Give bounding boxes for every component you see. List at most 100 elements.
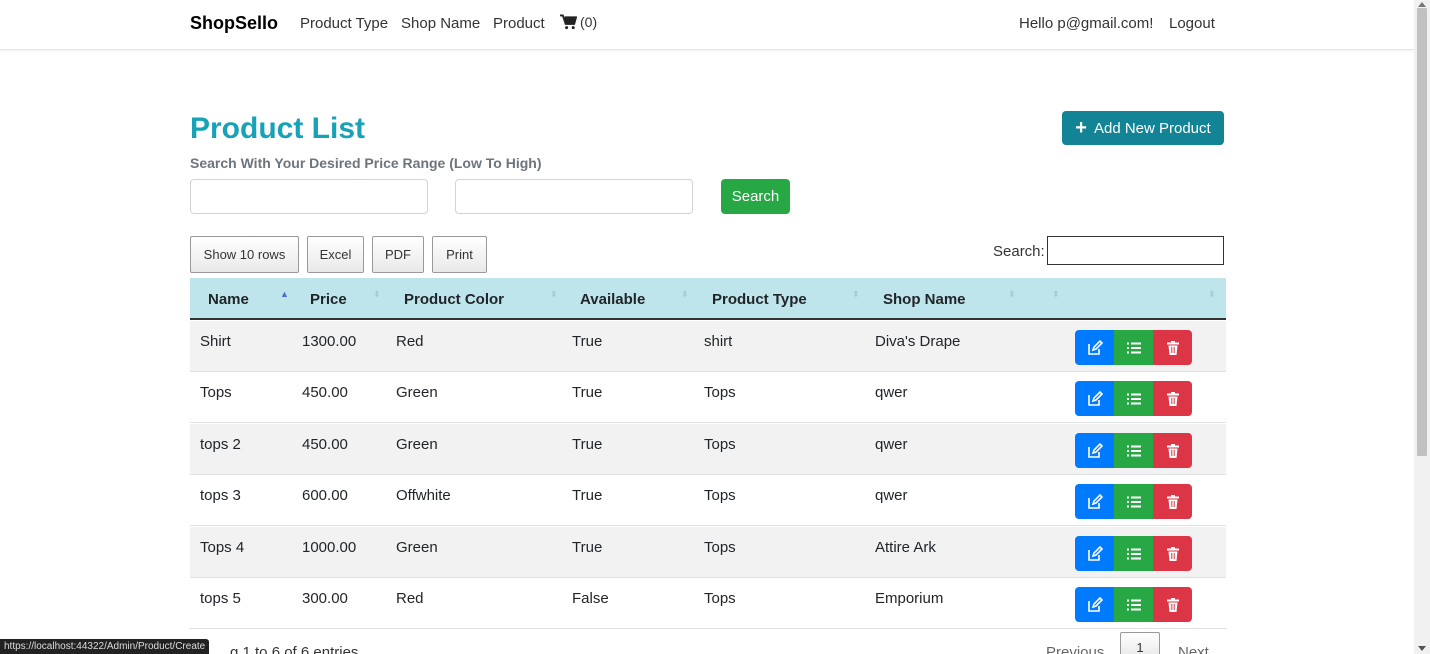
list-icon	[1126, 445, 1141, 456]
edit-icon	[1087, 545, 1103, 561]
edit-button[interactable]	[1075, 381, 1114, 416]
table-header: Name ▲ Price ⬍ Product Color ⬍ Available…	[190, 278, 1226, 320]
column-header-available[interactable]: Available	[580, 291, 645, 308]
sort-icon: ⬍	[1052, 289, 1060, 299]
status-bar-url: https://localhost:44322/Admin/Product/Cr…	[0, 639, 210, 654]
delete-button[interactable]	[1153, 433, 1192, 468]
excel-export-button[interactable]: Excel	[307, 236, 364, 273]
list-icon	[1126, 599, 1141, 610]
details-button[interactable]	[1114, 330, 1153, 365]
details-button[interactable]	[1114, 381, 1153, 416]
table-search-input[interactable]	[1047, 236, 1224, 265]
column-header-name[interactable]: Name	[208, 291, 249, 308]
table-row: tops 2 450.00 Green True Tops qwer	[190, 424, 1226, 475]
delete-button[interactable]	[1153, 587, 1192, 622]
plus-icon: +	[1075, 117, 1087, 139]
add-new-product-label: Add New Product	[1093, 119, 1211, 137]
print-button[interactable]: Print	[432, 236, 487, 273]
trash-icon	[1166, 391, 1179, 406]
edit-button[interactable]	[1075, 484, 1114, 519]
edit-icon	[1087, 493, 1103, 509]
sort-icon: ⬍	[681, 289, 689, 299]
table-row: tops 5 300.00 Red False Tops Emporium	[190, 578, 1226, 629]
cell-product-type: shirt	[704, 333, 733, 350]
shopping-cart-icon	[560, 14, 577, 30]
cell-shop-name: qwer	[875, 436, 908, 453]
cell-name: tops 2	[200, 436, 241, 453]
details-button[interactable]	[1114, 433, 1153, 468]
pagination-previous[interactable]: Previous	[1046, 644, 1104, 654]
sort-asc-icon: ▲	[280, 289, 289, 299]
details-button[interactable]	[1114, 536, 1153, 571]
edit-button[interactable]	[1075, 433, 1114, 468]
delete-button[interactable]	[1153, 536, 1192, 571]
table-search-label: Search:	[993, 243, 1045, 260]
cell-product-type: Tops	[704, 590, 736, 607]
cell-available: True	[572, 487, 603, 504]
delete-button[interactable]	[1153, 330, 1192, 365]
nav-link-product-type[interactable]: Product Type	[300, 15, 388, 32]
cell-price: 1300.00	[302, 333, 357, 350]
logout-link[interactable]: Logout	[1169, 15, 1215, 32]
cell-product-type: Tops	[704, 384, 736, 401]
cell-available: True	[572, 333, 603, 350]
pagination-next[interactable]: Next	[1178, 644, 1209, 654]
pdf-export-button[interactable]: PDF	[372, 236, 424, 273]
cell-price: 300.00	[302, 590, 348, 607]
nav-link-product[interactable]: Product	[493, 15, 545, 32]
cell-product-type: Tops	[704, 487, 736, 504]
row-actions	[1075, 587, 1192, 622]
max-price-input[interactable]	[455, 179, 693, 214]
column-header-product-color[interactable]: Product Color	[404, 291, 504, 308]
edit-button[interactable]	[1075, 536, 1114, 571]
cell-price: 450.00	[302, 436, 348, 453]
column-header-shop-name[interactable]: Shop Name	[883, 291, 966, 308]
details-button[interactable]	[1114, 587, 1153, 622]
cart-count: (0)	[580, 14, 598, 30]
trash-icon	[1166, 443, 1179, 458]
cell-product-color: Green	[396, 384, 438, 401]
sort-icon: ⬍	[550, 289, 558, 299]
cell-shop-name: qwer	[875, 384, 908, 401]
row-actions	[1075, 536, 1192, 571]
table-row: Shirt 1300.00 Red True shirt Diva's Drape	[190, 321, 1226, 372]
details-button[interactable]	[1114, 484, 1153, 519]
page-scrollbar[interactable]	[1414, 0, 1430, 654]
edit-button[interactable]	[1075, 587, 1114, 622]
edit-button[interactable]	[1075, 330, 1114, 365]
column-header-product-type[interactable]: Product Type	[712, 291, 807, 308]
column-header-price[interactable]: Price	[310, 291, 347, 308]
trash-icon	[1166, 546, 1179, 561]
delete-button[interactable]	[1153, 381, 1192, 416]
pagination-page-1[interactable]: 1	[1120, 632, 1160, 654]
price-search-button[interactable]: Search	[721, 179, 790, 214]
cell-price: 1000.00	[302, 539, 357, 556]
row-actions	[1075, 381, 1192, 416]
add-new-product-button[interactable]: + Add New Product	[1062, 111, 1224, 145]
cell-name: tops 3	[200, 487, 241, 504]
list-icon	[1126, 393, 1141, 404]
scrollbar-thumb[interactable]	[1417, 8, 1427, 456]
list-icon	[1126, 548, 1141, 559]
cell-name: Tops	[200, 384, 232, 401]
cell-shop-name: Diva's Drape	[875, 333, 961, 350]
scroll-up-arrow-icon[interactable]	[1418, 2, 1426, 7]
edit-icon	[1087, 390, 1103, 406]
cart-link[interactable]: (0)	[560, 14, 597, 30]
scroll-down-arrow-icon[interactable]	[1418, 646, 1426, 651]
cell-name: Shirt	[200, 333, 231, 350]
nav-link-shop-name[interactable]: Shop Name	[401, 15, 480, 32]
sort-icon: ⬍	[1208, 289, 1216, 299]
edit-icon	[1087, 596, 1103, 612]
cell-available: True	[572, 436, 603, 453]
cell-product-color: Red	[396, 590, 424, 607]
table-info: g 1 to 6 of 6 entries	[230, 644, 359, 654]
brand-logo[interactable]: ShopSello	[190, 13, 278, 34]
cell-name: tops 5	[200, 590, 241, 607]
cell-product-type: Tops	[704, 436, 736, 453]
delete-button[interactable]	[1153, 484, 1192, 519]
min-price-input[interactable]	[190, 179, 428, 214]
user-greeting: Hello p@gmail.com!	[1019, 15, 1154, 32]
show-rows-button[interactable]: Show 10 rows	[190, 236, 299, 273]
cell-product-color: Offwhite	[396, 487, 451, 504]
